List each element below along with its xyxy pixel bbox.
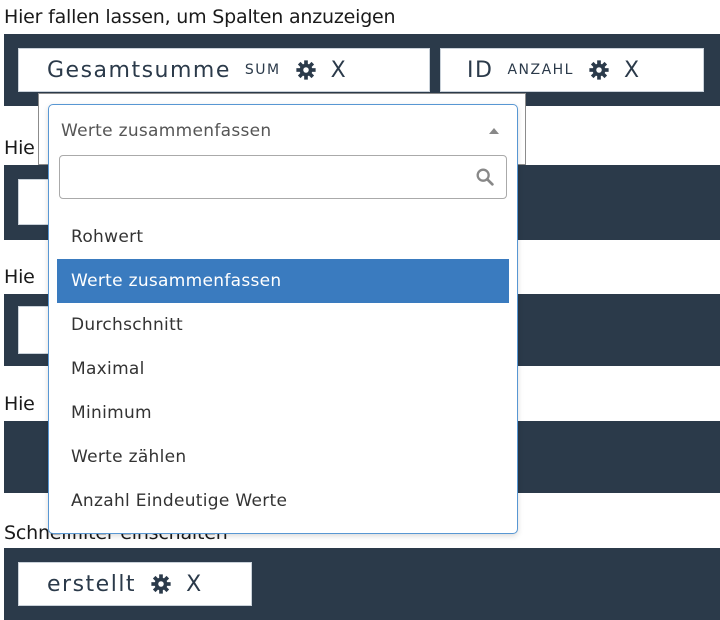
zone-4-label: Hie	[4, 393, 35, 415]
chip-aggregation[interactable]: ANZAHL	[507, 62, 574, 78]
dropdown-search[interactable]	[59, 155, 507, 199]
dropdown-selected-value: Werte zusammenfassen	[61, 121, 272, 141]
dropdown-header[interactable]: Werte zusammenfassen	[61, 121, 505, 141]
gear-icon[interactable]	[150, 573, 172, 595]
gear-icon[interactable]	[588, 59, 610, 81]
remove-chip-button[interactable]: X	[331, 58, 346, 83]
column-chip-id[interactable]: ID ANZAHL X	[440, 48, 704, 92]
gear-icon[interactable]	[295, 59, 317, 81]
chip-aggregation[interactable]: SUM	[245, 62, 281, 78]
option-minimum[interactable]: Minimum	[57, 391, 509, 435]
aggregation-dropdown[interactable]: Werte zusammenfassen Rohwert Werte zusam…	[48, 104, 518, 534]
option-maximal[interactable]: Maximal	[57, 347, 509, 391]
chip-name: erstellt	[47, 571, 137, 597]
zone-3-label: Hie	[4, 266, 35, 288]
option-anzahl-eindeutige-werte[interactable]: Anzahl Eindeutige Werte	[57, 479, 509, 523]
chevron-up-icon[interactable]	[489, 128, 499, 134]
columns-zone-label: Hier fallen lassen, um Spalten anzuzeige…	[4, 6, 396, 28]
option-werte-zusammenfassen[interactable]: Werte zusammenfassen	[57, 259, 509, 303]
option-rohwert[interactable]: Rohwert	[57, 215, 509, 259]
column-chip-gesamtsumme[interactable]: Gesamtsumme SUM X	[18, 48, 430, 92]
option-durchschnitt[interactable]: Durchschnitt	[57, 303, 509, 347]
filter-chip-erstellt[interactable]: erstellt X	[18, 562, 252, 606]
option-werte-zaehlen[interactable]: Werte zählen	[57, 435, 509, 479]
chip-name: Gesamtsumme	[47, 57, 231, 83]
filter-drop-zone[interactable]: erstellt X	[4, 548, 720, 620]
dropdown-options: Rohwert Werte zusammenfassen Durchschnit…	[57, 215, 509, 523]
remove-chip-button[interactable]: X	[186, 572, 201, 597]
zone-2-label: Hie	[4, 137, 35, 159]
search-icon	[476, 168, 494, 186]
chip-name: ID	[467, 57, 494, 83]
remove-chip-button[interactable]: X	[624, 58, 639, 83]
search-input[interactable]	[66, 156, 470, 198]
